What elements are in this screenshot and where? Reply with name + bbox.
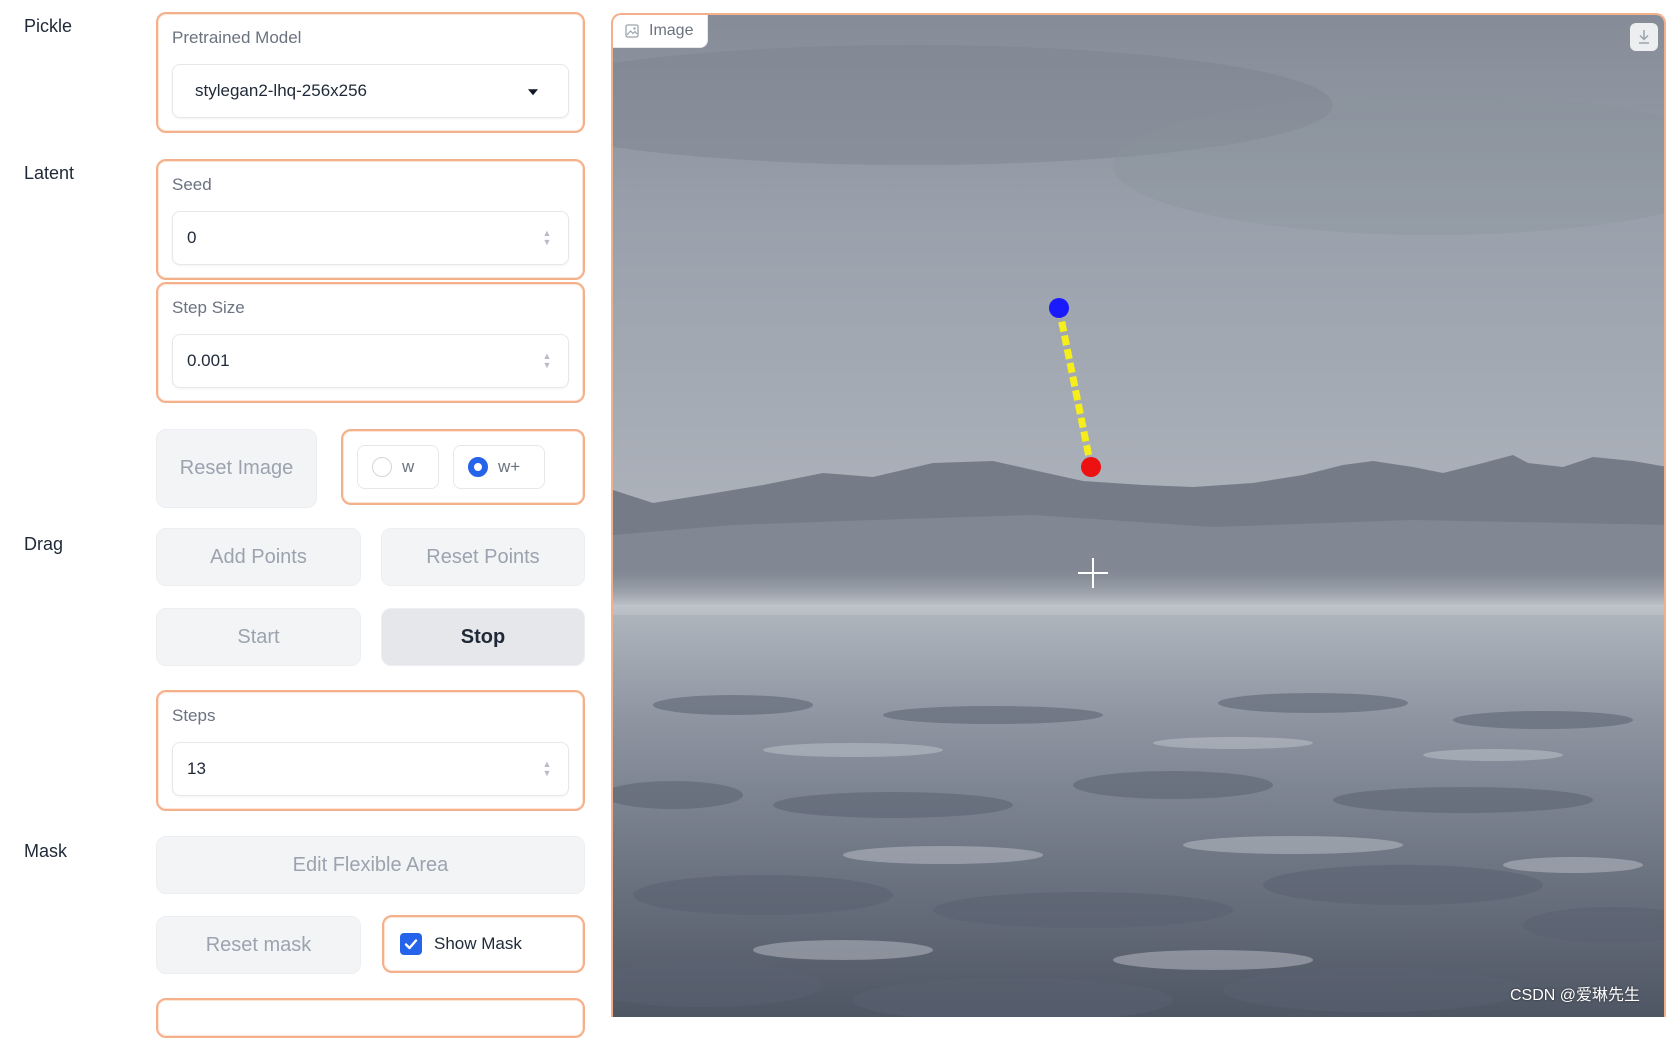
step-size-value: 0.001 (187, 351, 230, 370)
handle-point[interactable] (1049, 298, 1069, 318)
watermark-text: CSDN @爱琳先生 (1509, 987, 1640, 1004)
edit-flexible-area-button[interactable]: Edit Flexible Area (156, 836, 585, 894)
step-size-block: Step Size 0.001 ▲ ▼ (156, 282, 585, 403)
stop-button[interactable]: Stop (381, 608, 585, 666)
image-icon (625, 24, 639, 38)
download-icon[interactable] (1630, 23, 1658, 51)
number-spinner-icon[interactable]: ▲ ▼ (542, 760, 552, 778)
reset-mask-button[interactable]: Reset mask (156, 916, 361, 974)
pretrained-model-title: Pretrained Model (172, 28, 302, 47)
drag-section-label: Drag (24, 534, 64, 554)
steps-value: 13 (187, 759, 206, 778)
step-size-input[interactable]: 0.001 ▲ ▼ (172, 334, 569, 388)
number-spinner-icon[interactable]: ▲ ▼ (542, 352, 552, 370)
steps-block: Steps 13 ▲ ▼ (156, 690, 585, 811)
image-canvas[interactable] (613, 15, 1666, 1017)
image-tab: Image (613, 15, 709, 48)
show-mask-checkbox[interactable]: Show Mask (382, 915, 585, 973)
reset-points-button[interactable]: Reset Points (381, 528, 585, 586)
latent-space-radio-group: w w+ (341, 429, 585, 505)
steps-title: Steps (172, 706, 216, 725)
latent-section-label: Latent (24, 163, 75, 183)
next-block-partial (156, 998, 585, 1038)
image-tab-label: Image (649, 22, 694, 39)
chevron-down-icon (528, 89, 538, 96)
mask-section-label: Mask (24, 841, 68, 861)
seed-title: Seed (172, 175, 212, 194)
image-panel: Image CSDN @爱琳先生 (611, 13, 1666, 1017)
checkbox-checked-icon (400, 933, 422, 955)
radio-option-w-plus[interactable]: w+ (453, 445, 545, 489)
target-point[interactable] (1081, 457, 1101, 477)
seed-value: 0 (187, 228, 197, 247)
radio-option-w[interactable]: w (357, 445, 439, 489)
radio-checked-icon (468, 457, 488, 477)
steps-input[interactable]: 13 ▲ ▼ (172, 742, 569, 796)
seed-block: Seed 0 ▲ ▼ (156, 159, 585, 280)
radio-label-w-plus: w+ (498, 457, 521, 476)
radio-label-w: w (402, 457, 415, 476)
radio-unchecked-icon (372, 457, 392, 477)
add-points-button[interactable]: Add Points (156, 528, 361, 586)
number-spinner-icon[interactable]: ▲ ▼ (542, 229, 552, 247)
reset-image-button[interactable]: Reset Image (156, 429, 317, 508)
pretrained-model-value: stylegan2-lhq-256x256 (195, 81, 368, 100)
start-button[interactable]: Start (156, 608, 361, 666)
show-mask-label: Show Mask (434, 934, 522, 953)
seed-input[interactable]: 0 ▲ ▼ (172, 211, 569, 265)
pretrained-model-block: Pretrained Model stylegan2-lhq-256x256 (156, 12, 585, 133)
pretrained-model-select[interactable]: stylegan2-lhq-256x256 (172, 64, 569, 118)
step-size-title: Step Size (172, 298, 245, 317)
pickle-section-label: Pickle (24, 16, 73, 36)
